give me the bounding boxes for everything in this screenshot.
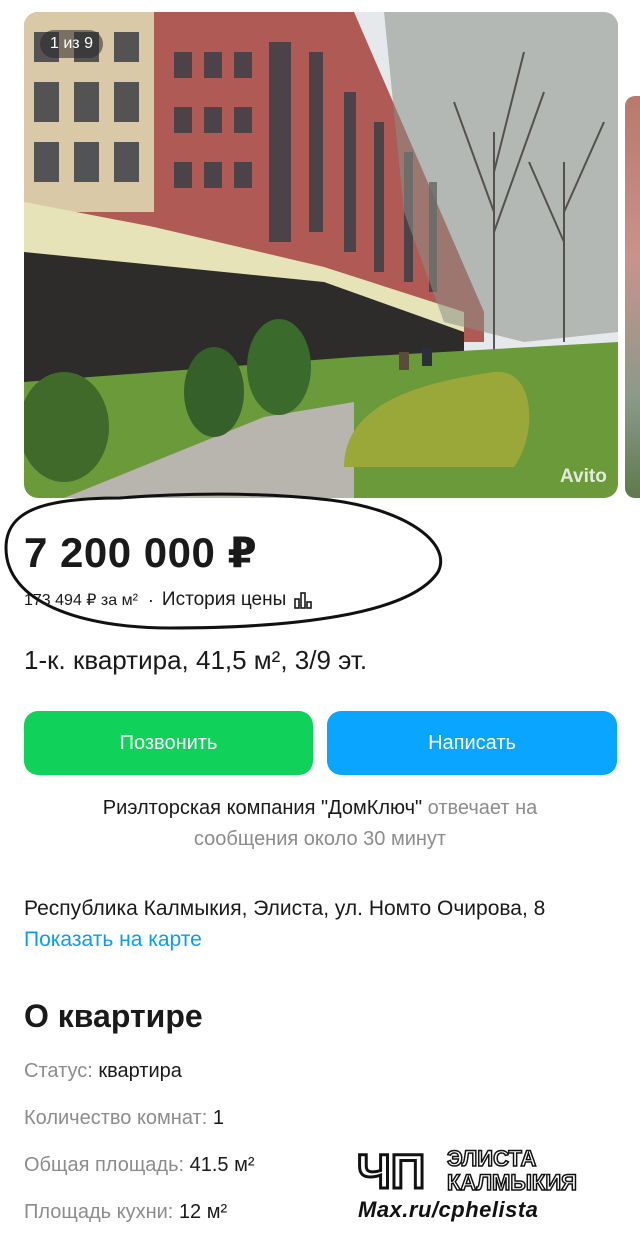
- response-text: отвечает на: [427, 797, 538, 819]
- avito-watermark: Avito: [560, 466, 607, 487]
- section-title-about: О квартире: [24, 998, 203, 1034]
- write-button[interactable]: Написать: [327, 711, 617, 775]
- price-history-link[interactable]: История цены: [162, 589, 286, 611]
- logo-line2: КАЛМЫКИЯ: [447, 1170, 577, 1195]
- param-key: Площадь кухни:: [24, 1201, 174, 1223]
- param-value: квартира: [98, 1060, 182, 1082]
- logo-mark: ЧП: [357, 1146, 425, 1199]
- price: 7 200 000 ₽: [24, 529, 258, 576]
- param-key: Общая площадь:: [24, 1154, 185, 1176]
- param-key: Количество комнат:: [24, 1107, 208, 1129]
- agent-response-info: Риэлторская компания "ДомКлюч" отвечает …: [40, 793, 600, 855]
- response-time: сообщения около 30 минут: [193, 828, 447, 850]
- call-button[interactable]: Позвонить: [24, 711, 313, 775]
- show-on-map-link[interactable]: Показать на карте: [24, 928, 202, 952]
- logo-line1: ЭЛИСТА: [447, 1146, 536, 1171]
- param-value: 1: [212, 1107, 224, 1129]
- param-row: Общая площадь: 41.5 м²: [24, 1154, 255, 1177]
- param-value: 41.5 м²: [189, 1154, 255, 1176]
- photo-gallery[interactable]: [24, 12, 618, 498]
- address: Республика Калмыкия, Элиста, ул. Номто О…: [24, 897, 546, 920]
- agent-name[interactable]: Риэлторская компания "ДомКлюч": [103, 797, 422, 819]
- chart-icon[interactable]: [294, 591, 313, 609]
- param-row: Площадь кухни: 12 м²: [24, 1201, 227, 1224]
- listing-title: 1-к. квартира, 41,5 м², 3/9 эт.: [24, 645, 368, 675]
- channel-url: Max.ru/cphelista: [358, 1197, 539, 1222]
- photo-counter: 1 из 9: [40, 30, 103, 58]
- param-key: Статус:: [24, 1060, 93, 1082]
- next-photo-preview[interactable]: [625, 96, 640, 498]
- listing-photo: [24, 12, 618, 498]
- price-per-m2: 173 494 ₽ за м²: [24, 592, 138, 609]
- separator-dot: ·: [147, 589, 154, 610]
- price-details: 173 494 ₽ за м² · История цены: [24, 589, 313, 611]
- param-row: Количество комнат: 1: [24, 1107, 224, 1130]
- param-value: 12 м²: [178, 1201, 228, 1223]
- param-row: Статус: квартира: [24, 1060, 182, 1083]
